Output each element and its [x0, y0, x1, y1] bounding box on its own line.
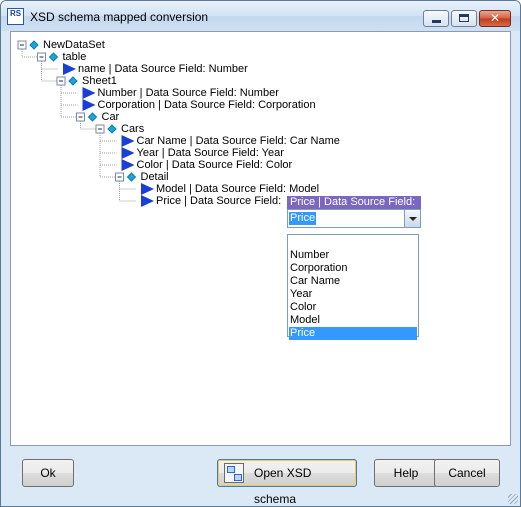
minimize-icon	[432, 20, 441, 23]
triangle-arrow-icon	[82, 99, 96, 111]
tree-node-element[interactable]: Detail	[141, 171, 169, 183]
field-editor-label: Price | Data Source Field:	[287, 196, 421, 209]
field-option[interactable]	[289, 236, 417, 249]
diamond-icon	[107, 124, 117, 134]
tree-node-element[interactable]: NewDataSet	[43, 39, 105, 51]
field-option[interactable]: Corporation	[289, 262, 417, 275]
tree-node-field[interactable]: Color | Data Source Field: Color	[137, 159, 293, 171]
selected-field-value: Price	[289, 212, 317, 225]
diamond-icon	[48, 52, 59, 62]
triangle-arrow-icon	[121, 159, 135, 171]
tree-node-field[interactable]: Corporation | Data Source Field: Corpora…	[98, 99, 316, 111]
triangle-arrow-icon	[121, 135, 135, 147]
diamond-icon	[87, 112, 98, 122]
field-editor[interactable]: Price | Data Source Field: Price	[287, 196, 421, 228]
triangle-arrow-icon	[141, 183, 154, 195]
title-bar[interactable]: RS XSD schema mapped conversion ✕	[1, 1, 520, 31]
triangle-arrow-icon	[82, 87, 96, 99]
close-button[interactable]: ✕	[479, 10, 511, 27]
tree-node-field[interactable]: Number | Data Source Field: Number	[98, 87, 279, 99]
triangle-arrow-icon	[121, 147, 135, 159]
expander-minus-icon[interactable]	[56, 76, 66, 86]
maximize-icon	[459, 14, 469, 22]
schema-tree[interactable]: Price | Data Source Field: Price Number C…	[10, 31, 511, 446]
expander-minus-icon[interactable]	[17, 40, 27, 50]
ok-button[interactable]: Ok	[22, 459, 74, 487]
tree-node-field[interactable]: name | Data Source Field: Number	[78, 63, 248, 75]
diamond-icon	[29, 40, 39, 50]
tree-node-element[interactable]: Car	[102, 111, 120, 123]
app-icon: RS	[7, 8, 24, 25]
tree-node-field[interactable]: Car Name | Data Source Field: Car Name	[137, 135, 340, 147]
chevron-down-icon[interactable]	[404, 210, 420, 227]
field-option[interactable]: Number	[289, 249, 417, 262]
window-title: XSD schema mapped conversion	[30, 10, 209, 24]
schema-icon	[224, 463, 244, 483]
open-xsd-schema-button[interactable]: Open XSD schema	[217, 459, 357, 506]
tree-node-field[interactable]: Year | Data Source Field: Year	[137, 147, 284, 159]
open-xsd-schema-label: Open XSD schema	[254, 466, 312, 506]
tree-node-field[interactable]: Model | Data Source Field: Model	[156, 183, 319, 195]
expander-minus-icon[interactable]	[37, 52, 46, 62]
expander-minus-icon[interactable]	[95, 124, 105, 134]
field-option[interactable]: Price	[289, 327, 417, 340]
minimize-button[interactable]	[423, 10, 449, 27]
triangle-arrow-icon	[141, 195, 154, 207]
cancel-button[interactable]: Cancel	[434, 459, 500, 487]
diamond-icon	[68, 76, 78, 86]
help-button[interactable]: Help	[374, 459, 438, 487]
field-option[interactable]: Car Name	[289, 275, 417, 288]
field-option[interactable]: Model	[289, 314, 417, 327]
tree-node-element[interactable]: Cars	[121, 123, 144, 135]
tree-node-element[interactable]: table	[63, 51, 87, 63]
triangle-arrow-icon	[63, 63, 76, 75]
tree-node-element[interactable]: Sheet1	[82, 75, 117, 87]
field-option[interactable]: Year	[289, 288, 417, 301]
maximize-button[interactable]	[451, 10, 477, 27]
resize-grip[interactable]	[508, 494, 518, 504]
field-options-list[interactable]: Number Corporation Car Name Year Color Model P…	[287, 234, 419, 340]
expander-minus-icon[interactable]	[76, 112, 85, 122]
button-bar: Ok Open XSD schema Help Cancel	[1, 447, 520, 506]
expander-minus-icon[interactable]	[115, 172, 124, 182]
field-option[interactable]: Color	[289, 301, 417, 314]
data-source-field-select[interactable]: Price	[287, 209, 421, 228]
tree-node-field[interactable]: Price | Data Source Field:	[156, 195, 281, 207]
dialog-window: RS XSD schema mapped conversion ✕ Price …	[0, 0, 521, 507]
close-icon: ✕	[489, 11, 501, 25]
diamond-icon	[126, 172, 137, 182]
